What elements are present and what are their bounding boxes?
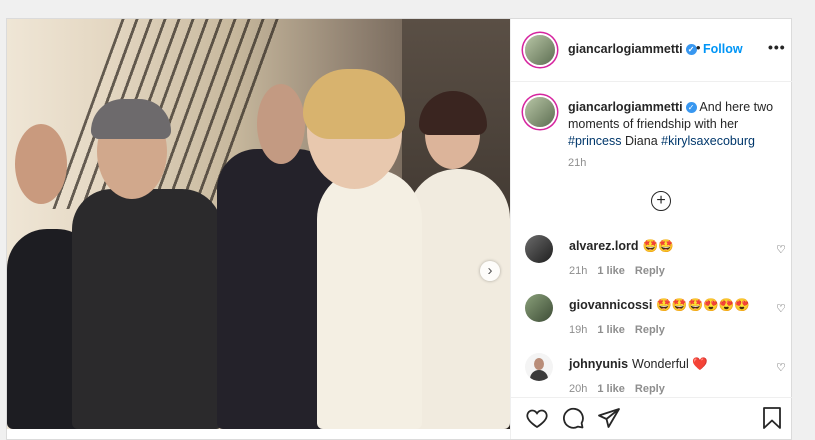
comment-body: 🤩🤩🤩😍😍😍 (656, 298, 750, 312)
commenter-username[interactable]: alvarez.lord (569, 239, 638, 253)
post-photo[interactable]: › (7, 19, 510, 429)
commenter-username[interactable]: giovannicossi (569, 298, 652, 312)
more-options-icon[interactable]: ••• (768, 39, 786, 55)
comment-meta: 20h 1 like Reply (569, 383, 675, 395)
reply-button[interactable]: Reply (635, 324, 665, 336)
commenter-avatar[interactable] (525, 353, 553, 381)
comment-meta: 19h 1 like Reply (569, 324, 675, 336)
commenter-avatar[interactable] (525, 235, 553, 263)
verified-badge-icon: ✓ (685, 44, 697, 55)
photo-face (257, 84, 305, 164)
photo-face (15, 124, 67, 204)
load-more-comments-button[interactable]: + (651, 191, 671, 211)
comment-text: giovannicossi 🤩🤩🤩😍😍😍 (569, 298, 750, 313)
comment-meta: 21h 1 like Reply (569, 265, 675, 277)
bookmark-icon[interactable] (760, 406, 784, 430)
photo-person (407, 169, 510, 429)
comment-item: johnyunis Wonderful ❤️ 20h 1 like Reply ♡ (525, 353, 790, 403)
hashtag-link[interactable]: #kirylsaxecoburg (661, 134, 755, 148)
caption-text: giancarlogiammetti ✓ And here two moments… (568, 99, 783, 150)
caption-avatar[interactable] (525, 97, 555, 127)
separator: • (696, 40, 701, 55)
post-action-bar (511, 397, 792, 440)
comment-likes[interactable]: 1 like (597, 324, 625, 336)
comment-time[interactable]: 19h (569, 324, 587, 336)
comment-body: Wonderful ❤️ (632, 357, 708, 371)
comment-like-heart-icon[interactable]: ♡ (776, 243, 786, 256)
comment-item: giovannicossi 🤩🤩🤩😍😍😍 19h 1 like Reply ♡ (525, 294, 790, 344)
commenter-username[interactable]: johnyunis (569, 357, 628, 371)
heart-icon[interactable] (525, 406, 549, 430)
verified-badge-icon: ✓ (685, 102, 697, 113)
comment-text: alvarez.lord 🤩🤩 (569, 239, 674, 254)
author-username-text[interactable]: giancarlogiammetti (568, 42, 683, 56)
hashtag-link[interactable]: #princess (568, 134, 622, 148)
avatar-body (530, 370, 548, 381)
comment-likes[interactable]: 1 like (597, 383, 625, 395)
comment-icon[interactable] (561, 406, 585, 430)
commenter-avatar[interactable] (525, 294, 553, 322)
reply-button[interactable]: Reply (635, 265, 665, 277)
post-sidebar: giancarlogiammetti ✓ • Follow ••• giancar… (510, 19, 792, 439)
avatar-face (534, 358, 544, 370)
caption-timestamp[interactable]: 21h (568, 157, 586, 169)
reply-button[interactable]: Reply (635, 383, 665, 395)
author-username[interactable]: giancarlogiammetti ✓ (568, 42, 697, 56)
caption-username[interactable]: giancarlogiammetti (568, 100, 683, 114)
comment-body: 🤩🤩 (642, 239, 674, 253)
share-icon[interactable] (597, 406, 621, 430)
comment-like-heart-icon[interactable]: ♡ (776, 302, 786, 315)
author-avatar[interactable] (525, 35, 555, 65)
photo-person (317, 169, 422, 429)
comment-like-heart-icon[interactable]: ♡ (776, 361, 786, 374)
caption-body: Diana (624, 134, 658, 148)
comment-likes[interactable]: 1 like (597, 265, 625, 277)
instagram-post: › giancarlogiammetti ✓ • Follow ••• gianc… (6, 18, 792, 440)
comment-time[interactable]: 20h (569, 383, 587, 395)
photo-person (72, 189, 222, 429)
comment-item: alvarez.lord 🤩🤩 21h 1 like Reply ♡ (525, 235, 790, 285)
post-header: giancarlogiammetti ✓ • Follow ••• (511, 19, 792, 82)
comment-time[interactable]: 21h (569, 265, 587, 277)
follow-button[interactable]: Follow (703, 42, 743, 56)
next-photo-button[interactable]: › (480, 261, 500, 281)
comment-text: johnyunis Wonderful ❤️ (569, 357, 708, 372)
